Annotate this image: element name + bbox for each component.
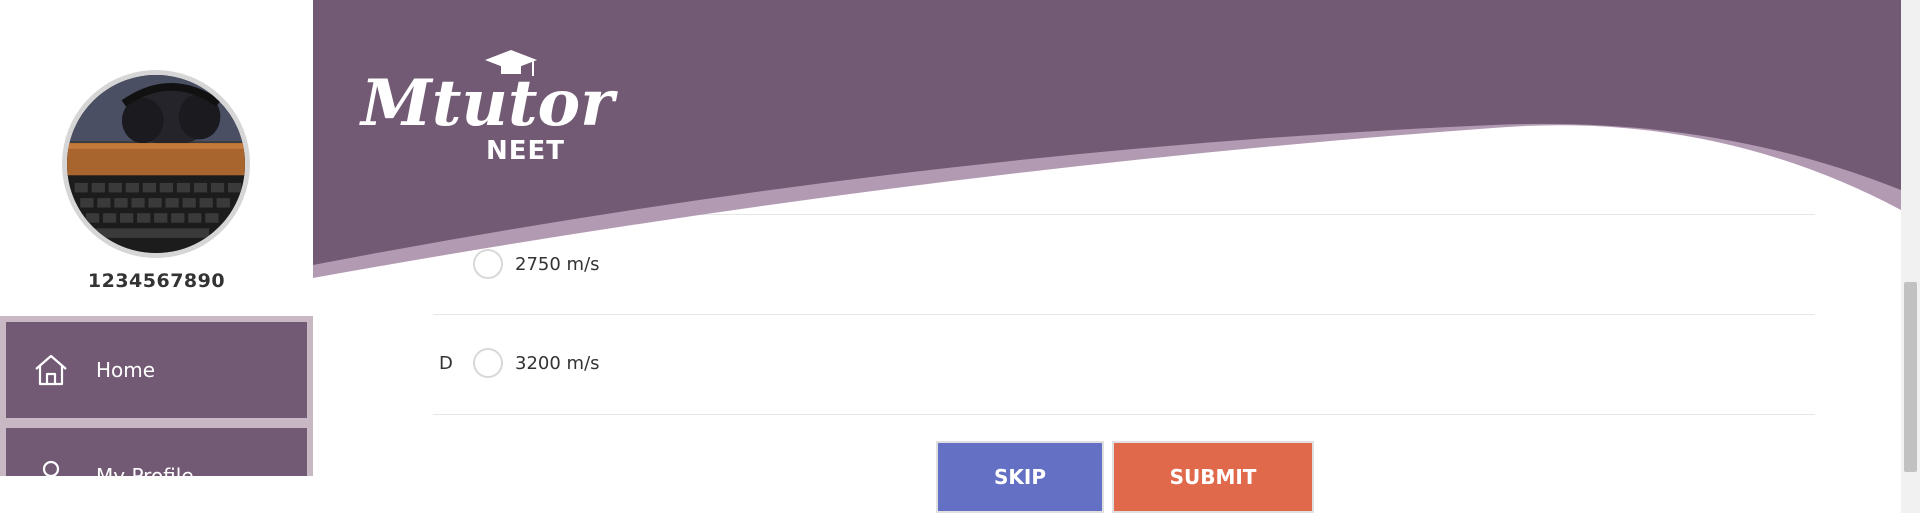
sidebar-item-home[interactable]: Home — [6, 322, 307, 418]
option-letter: D — [439, 352, 453, 374]
option-text: 3200 m/s — [515, 352, 600, 374]
divider — [433, 314, 1815, 315]
logo-wordmark: Mtutor — [361, 66, 614, 141]
scrollbar-thumb[interactable] — [1904, 282, 1917, 472]
sidebar-menu: Home My Profile — [0, 316, 313, 476]
submit-button[interactable]: SUBMIT — [1112, 441, 1314, 513]
sidebar-item-label: Home — [96, 358, 156, 382]
sidebar: 1234567890 Home My Profile — [0, 0, 313, 476]
option-row[interactable]: D 3200 m/s — [433, 333, 1815, 393]
user-icon — [32, 457, 70, 476]
logo-subtitle: NEET — [486, 136, 566, 166]
avatar-photo — [67, 75, 245, 253]
home-icon — [32, 351, 70, 389]
sidebar-item-my-profile[interactable]: My Profile — [6, 428, 307, 476]
page-scrollbar[interactable] — [1901, 0, 1920, 513]
main-content: 2750 m/s D 3200 m/s Mtutor NEET SKIP SUB… — [313, 0, 1901, 513]
mtutor-neet-logo[interactable]: Mtutor NEET — [361, 44, 614, 166]
option-radio[interactable] — [473, 348, 503, 378]
username: 1234567890 — [87, 270, 226, 292]
skip-button[interactable]: SKIP — [936, 441, 1104, 513]
sidebar-item-label: My Profile — [96, 464, 194, 476]
divider — [433, 414, 1815, 415]
avatar[interactable] — [62, 70, 250, 258]
